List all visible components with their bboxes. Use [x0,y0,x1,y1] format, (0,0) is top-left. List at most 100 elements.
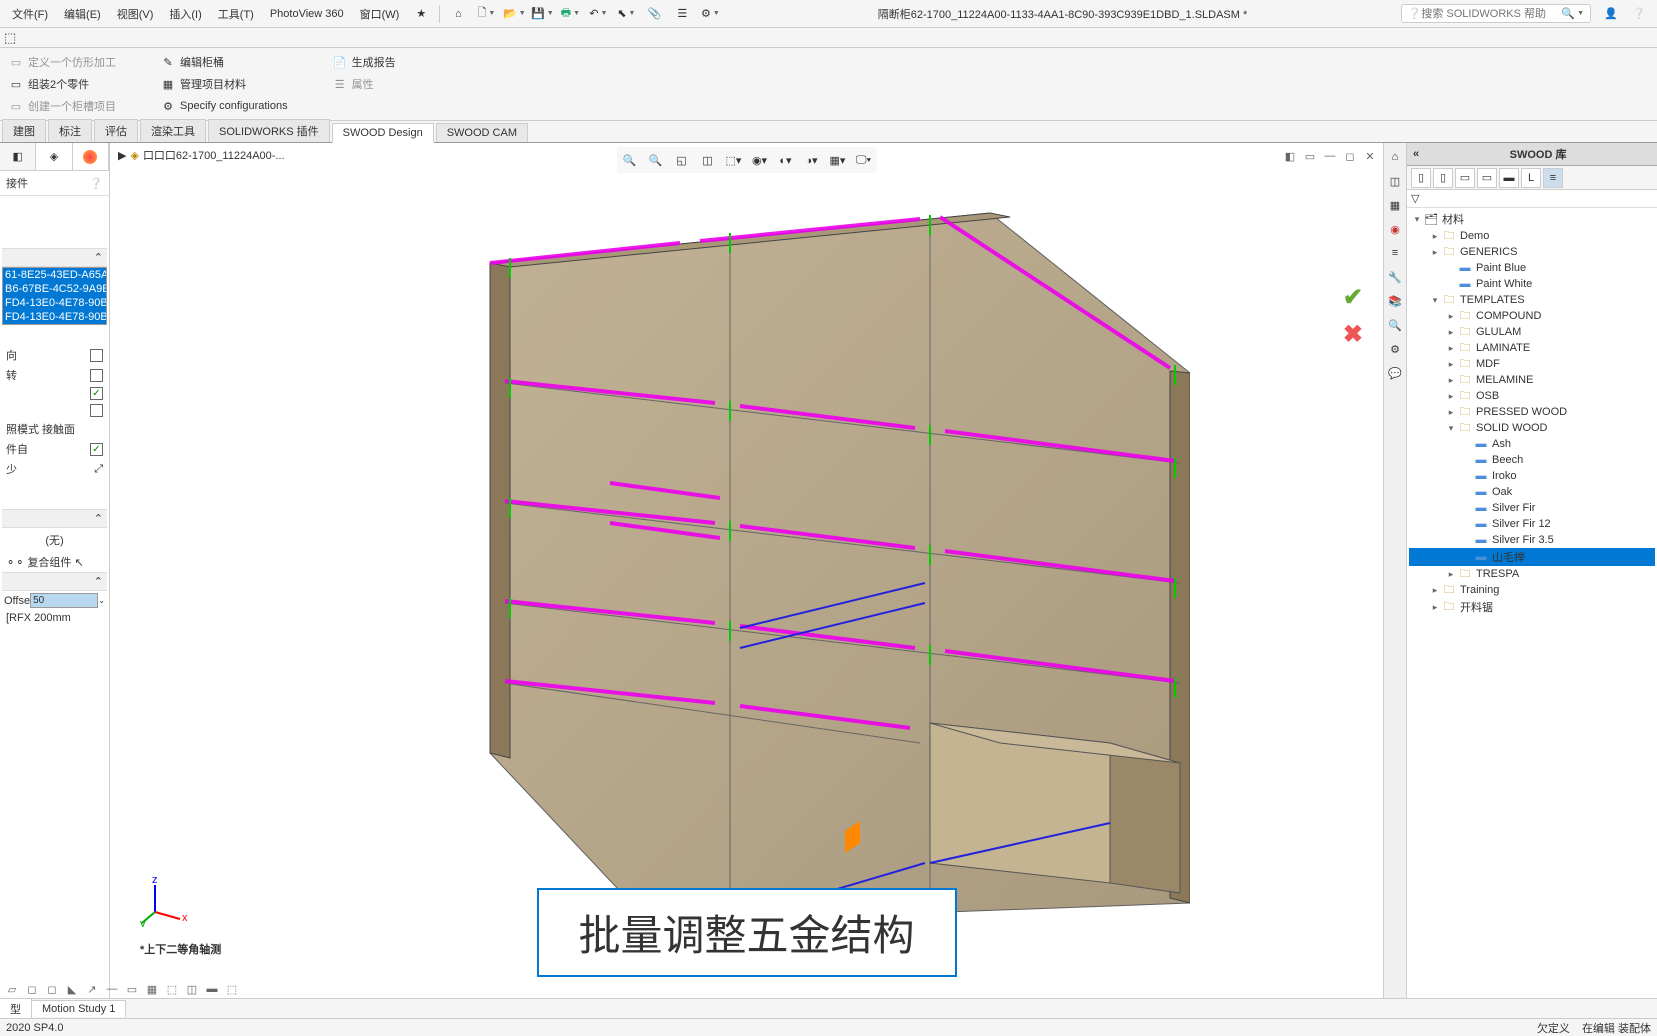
menu-window[interactable]: 窗口(W) [352,0,408,27]
rp-collapse-icon[interactable]: « [1413,148,1419,160]
scene-icon[interactable]: ◐▾ [775,149,797,171]
tree-node-开料锯[interactable]: ▸🗀开料锯 [1409,598,1655,616]
star-icon[interactable]: ★ [409,2,433,26]
strip-gear-icon[interactable]: ⚙ [1385,339,1405,359]
appearance-icon[interactable]: ◑▾ [801,149,823,171]
ribbon-edit-cabinet[interactable]: ✎编辑柜桶 [158,52,290,72]
search-input[interactable] [1421,8,1561,20]
qb-1[interactable]: ▱ [4,981,20,997]
ribbon-assemble-parts[interactable]: ▭组装2个零件 [6,74,118,94]
qb-5[interactable]: ↗ [84,981,100,997]
qb-12[interactable]: ⬚ [224,981,240,997]
chk-3[interactable] [90,387,103,400]
tree-node-templates[interactable]: ▾🗀TEMPLATES [1409,292,1655,308]
undo-icon[interactable]: ↶▼ [586,2,610,26]
bottom-tab-motion[interactable]: Motion Study 1 [32,1000,126,1017]
tab-1[interactable]: 标注 [48,119,92,142]
collapse-1[interactable]: ⌃ [2,248,107,267]
pin-icon[interactable]: 📎 [642,2,666,26]
chk-1[interactable] [90,349,103,362]
tree-node-glulam[interactable]: ▸🗀GLULAM [1409,324,1655,340]
menu-tools[interactable]: 工具(T) [210,0,262,27]
tree-node-silver-fir-12[interactable]: ▬Silver Fir 12 [1409,516,1655,532]
strip-cube-icon[interactable]: ◫ [1385,171,1405,191]
qb-7[interactable]: ▭ [124,981,140,997]
strip-wrench-icon[interactable]: 🔧 [1385,267,1405,287]
render-icon[interactable]: ▦▾ [827,149,849,171]
tab-6[interactable]: SWOOD CAM [436,123,528,142]
chk-4[interactable] [90,404,103,417]
tree-node-silver-fir-3.5[interactable]: ▬Silver Fir 3.5 [1409,532,1655,548]
open-icon[interactable]: 📂▼ [502,2,526,26]
rp-tab-5[interactable]: ▬ [1499,168,1519,188]
left-tab-config[interactable]: ◈ [36,143,72,170]
tab-2[interactable]: 评估 [94,119,138,142]
ribbon-define-shape[interactable]: ▭定义一个仿形加工 [6,52,118,72]
viewport[interactable]: ▶◈口口口62-1700_11224A00-... 🔍 🔍 ◱ ◫ ⬚▾ ◉▾ … [110,143,1383,1007]
settings-icon[interactable]: ⚙▼ [698,2,722,26]
tab-0[interactable]: 建图 [2,119,46,142]
tree-node-paint-blue[interactable]: ▬Paint Blue [1409,260,1655,276]
zoom-fit-icon[interactable]: 🔍 [619,149,641,171]
tree-node-oak[interactable]: ▬Oak [1409,484,1655,500]
left-tab-feature[interactable]: ◧ [0,143,36,170]
menu-file[interactable]: 文件(F) [4,0,56,27]
tree-node-iroko[interactable]: ▬Iroko [1409,468,1655,484]
accept-icon[interactable]: ✔ [1343,283,1363,312]
search-box[interactable]: ❔ 🔍 ▼ [1401,4,1591,23]
ribbon-specify-config[interactable]: ⚙Specify configurations [158,96,290,116]
tree-node-melamine[interactable]: ▸🗀MELAMINE [1409,372,1655,388]
display-style-icon[interactable]: ◉▾ [749,149,771,171]
rp-tab-6[interactable]: L [1521,168,1541,188]
qb-2[interactable]: ◻ [24,981,40,997]
tab-5[interactable]: SWOOD Design [332,123,434,143]
new-icon[interactable]: 🗋▼ [474,2,498,26]
tree-node-osb[interactable]: ▸🗀OSB [1409,388,1655,404]
qb-8[interactable]: ▦ [144,981,160,997]
orientation-triad[interactable]: z x y [140,877,190,927]
tree-node-beech[interactable]: ▬Beech [1409,452,1655,468]
qb-4[interactable]: ◣ [64,981,80,997]
vp-close[interactable]: ✕ [1361,147,1379,165]
strip-palette-icon[interactable]: ▦ [1385,195,1405,215]
material-tree[interactable]: ▾🗂材料 ▸🗀Demo▸🗀GENERICS▬Paint Blue▬Paint W… [1407,208,1657,1007]
left-tab-appearance[interactable] [73,143,109,170]
vp-ctrl-1[interactable]: ◧ [1281,147,1299,165]
tree-node-generics[interactable]: ▸🗀GENERICS [1409,244,1655,260]
strip-home-icon[interactable]: ⌂ [1385,147,1405,167]
save-icon[interactable]: 💾▼ [530,2,554,26]
strip-chat-icon[interactable]: 💬 [1385,363,1405,383]
chk-2[interactable] [90,369,103,382]
tree-node-ash[interactable]: ▬Ash [1409,436,1655,452]
rp-tab-2[interactable]: ▯ [1433,168,1453,188]
qb-3[interactable]: ◻ [44,981,60,997]
tree-node-山毛榉[interactable]: ▬山毛榉 [1409,548,1655,566]
selection-list[interactable]: 61-8E25-43ED-A65A-I B6-67BE-4C52-9A9E- F… [2,267,107,325]
strip-lib-icon[interactable]: 📚 [1385,291,1405,311]
bottom-tab-model[interactable]: 型 [0,998,32,1019]
user-icon[interactable]: 👤 [1599,2,1623,26]
strip-search-icon[interactable]: 🔍 [1385,315,1405,335]
section-icon[interactable]: ◫ [697,149,719,171]
menu-insert[interactable]: 插入(I) [161,0,209,27]
menu-edit[interactable]: 编辑(E) [56,0,109,27]
search-icon[interactable]: 🔍 [1561,7,1575,20]
ribbon-manage-materials[interactable]: ▦管理项目材料 [158,74,290,94]
filter-icon[interactable]: ▽ [1411,193,1419,205]
screen-icon[interactable]: 🖵▾ [853,149,875,171]
prev-view-icon[interactable]: ◱ [671,149,693,171]
tab-4[interactable]: SOLIDWORKS 插件 [208,119,330,142]
help-icon[interactable]: ❔ [1627,2,1651,26]
qb-11[interactable]: ▬ [204,981,220,997]
offset-dropdown[interactable]: ⌄ [98,596,105,605]
collapse-2[interactable]: ⌃ [2,509,107,528]
qb-9[interactable]: ⬚ [164,981,180,997]
vp-min[interactable]: — [1321,147,1339,165]
zoom-area-icon[interactable]: 🔍 [645,149,667,171]
tree-node-pressed-wood[interactable]: ▸🗀PRESSED WOOD [1409,404,1655,420]
strip-globe-icon[interactable]: ◉ [1385,219,1405,239]
chk-auto[interactable] [90,443,103,456]
menu-photoview[interactable]: PhotoView 360 [262,0,352,27]
vp-max[interactable]: ◻ [1341,147,1359,165]
tree-node-training[interactable]: ▸🗀Training [1409,582,1655,598]
